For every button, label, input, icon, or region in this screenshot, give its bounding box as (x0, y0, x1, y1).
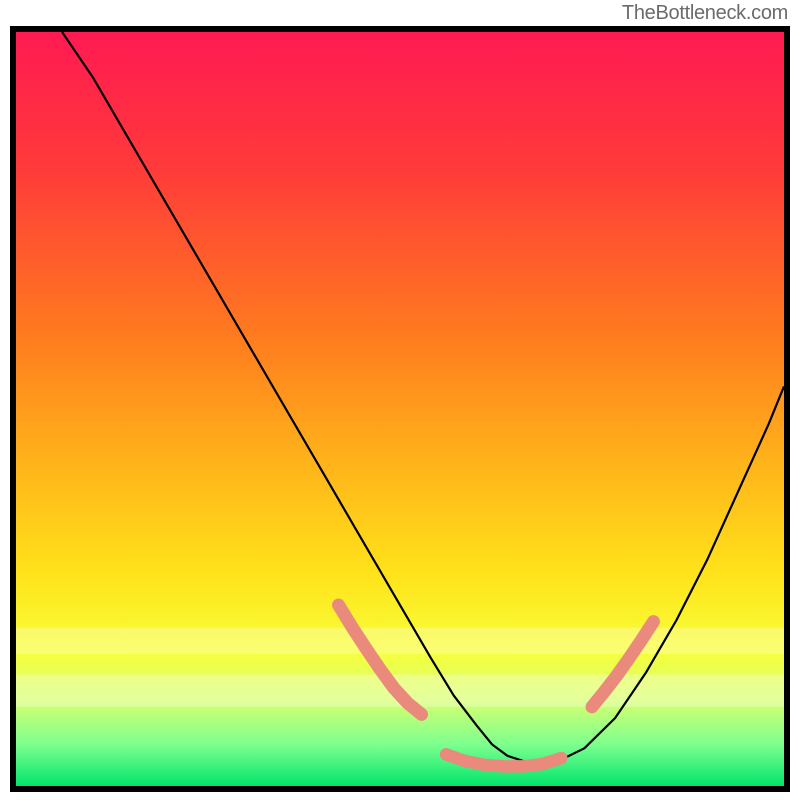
chart-plot (16, 32, 784, 786)
watermark-label: TheBottleneck.com (622, 2, 788, 25)
chart-frame (10, 26, 790, 792)
chart-svg (16, 32, 784, 786)
